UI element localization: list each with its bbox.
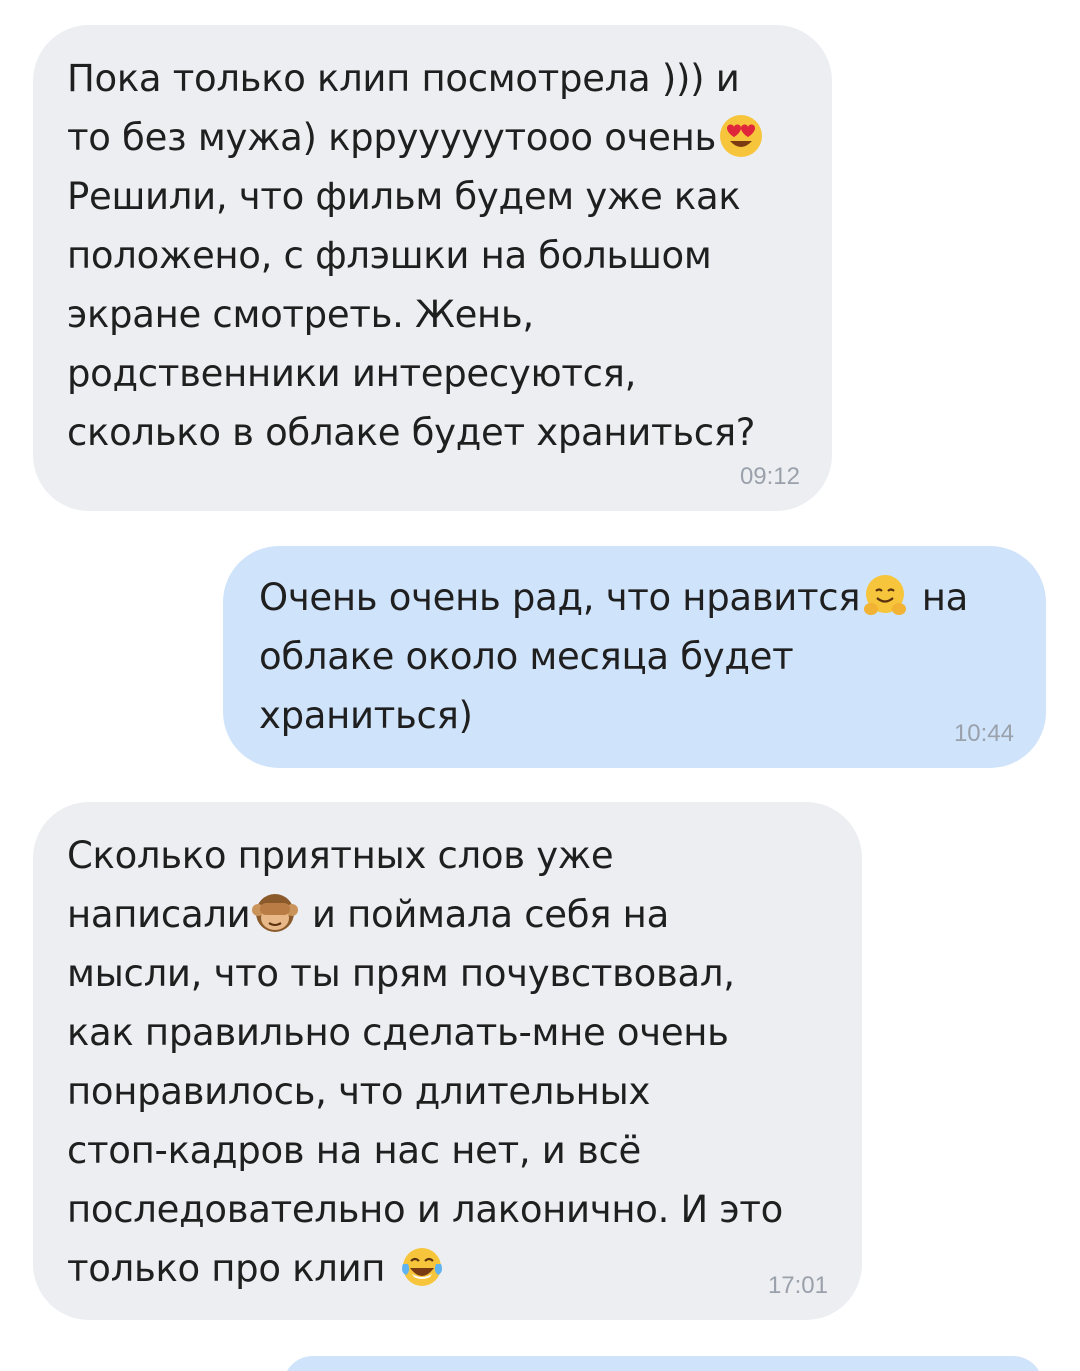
message-line: храниться) — [259, 694, 473, 737]
see-no-evil-monkey-emoji-icon — [252, 890, 299, 936]
message-line: как правильно сделать-мне очень — [67, 1011, 729, 1054]
tears-of-joy-emoji-icon — [399, 1244, 445, 1290]
message-line: и поймала себя на — [300, 893, 669, 936]
outgoing-message-bubble[interactable]: Очень очень рад, что нравится на облаке … — [223, 546, 1046, 768]
message-time: 17:01 — [767, 1272, 828, 1299]
message-time: 09:12 — [739, 463, 800, 490]
message-time: 10:44 — [953, 720, 1014, 747]
message-text: Очень очень рад, что нравится на облаке … — [259, 568, 1030, 745]
message-line: написали — [67, 893, 251, 936]
message-text: Сколько приятных слов уже написали и пой… — [67, 826, 846, 1298]
message-line: то без мужа) кррууууутооо очень — [67, 116, 716, 159]
message-line: положено, с флэшки на большом — [67, 234, 712, 277]
message-line: сколько в облаке будет храниться? — [67, 411, 756, 454]
message-line: последовательно и лаконично. И это — [67, 1188, 783, 1231]
message-line: на — [910, 576, 969, 619]
hugging-face-emoji-icon — [862, 573, 908, 619]
message-line: только про клип — [67, 1247, 397, 1290]
outgoing-message-bubble-partial[interactable] — [283, 1356, 1043, 1371]
heart-eyes-emoji-icon — [718, 113, 764, 159]
message-line: понравилось, что длительных — [67, 1070, 651, 1113]
message-line: Сколько приятных слов уже — [67, 834, 614, 877]
message-line: Очень очень рад, что нравится — [259, 576, 861, 619]
incoming-message-bubble[interactable]: Пока только клип посмотрела ))) и то без… — [33, 25, 832, 511]
incoming-message-bubble[interactable]: Сколько приятных слов уже написали и пой… — [33, 802, 862, 1320]
message-line: Пока только клип посмотрела ))) и — [67, 57, 740, 100]
message-line: мысли, что ты прям почувствовал, — [67, 952, 735, 995]
chat-thread: Пока только клип посмотрела ))) и то без… — [0, 0, 1080, 1371]
message-line: Решили, что фильм будем уже как — [67, 175, 741, 218]
message-line: стоп-кадров на нас нет, и всё — [67, 1129, 642, 1172]
message-text: Пока только клип посмотрела ))) и то без… — [67, 49, 816, 462]
message-line: родственники интересуются, — [67, 352, 637, 395]
message-line: экране смотреть. Жень, — [67, 293, 534, 336]
message-line: облаке около месяца будет — [259, 635, 794, 678]
